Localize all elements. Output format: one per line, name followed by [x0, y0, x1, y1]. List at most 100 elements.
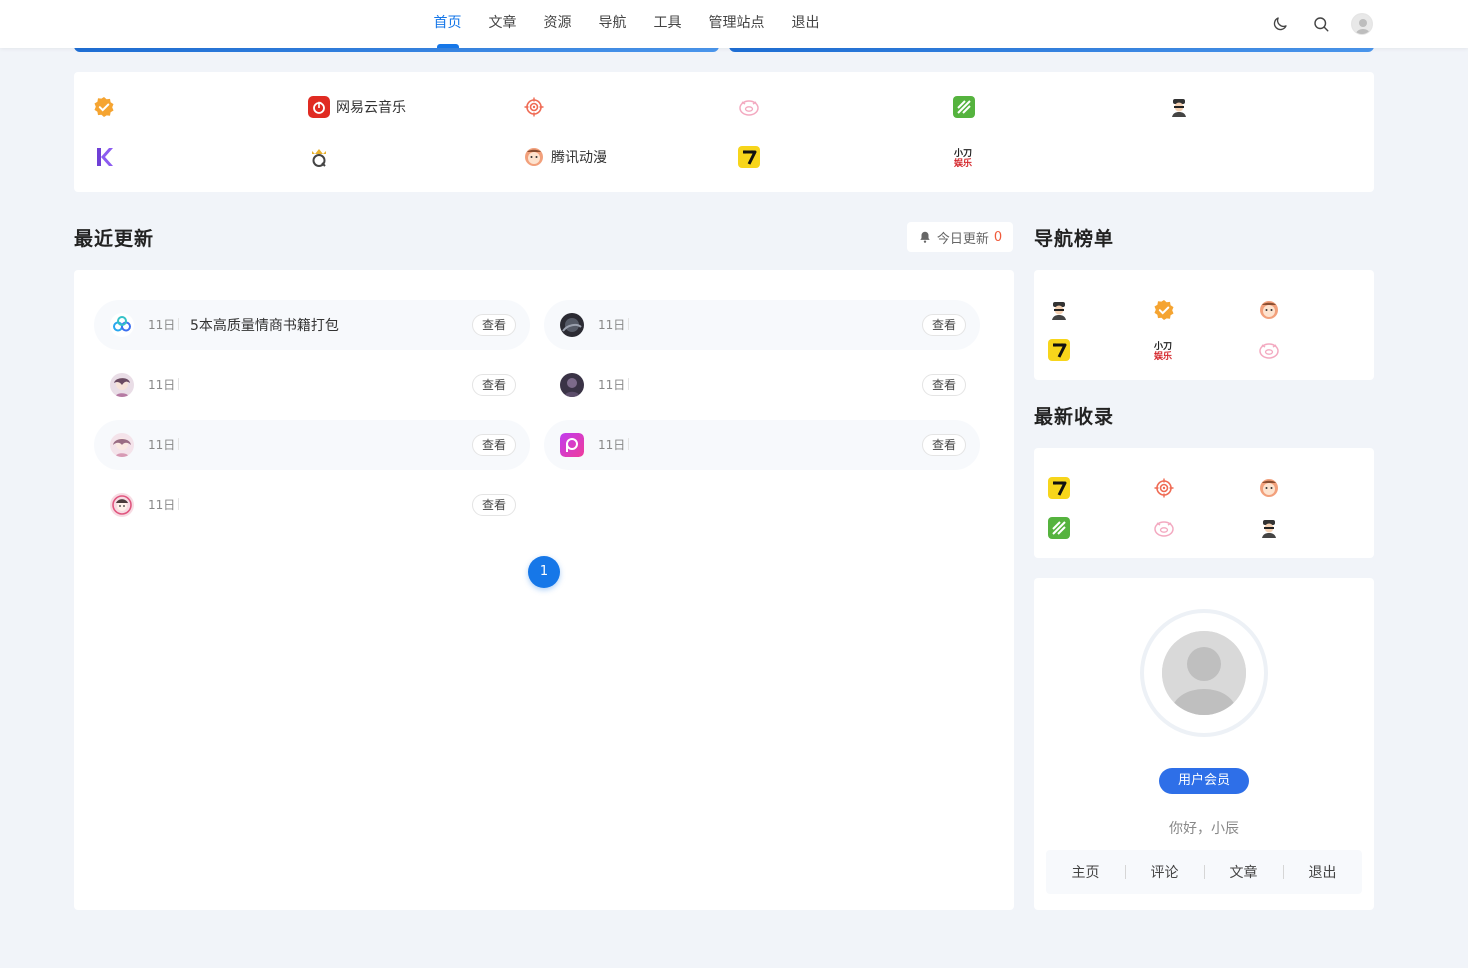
- detective-icon[interactable]: [1258, 517, 1280, 539]
- divider: [178, 318, 179, 330]
- recent-updates-title: 最近更新: [74, 228, 155, 250]
- divider: [178, 498, 179, 510]
- xiaodao-logo-icon[interactable]: 小刀 娱乐: [1153, 339, 1175, 362]
- nav-resources[interactable]: 资源: [530, 0, 585, 48]
- item-date: 11日: [148, 318, 176, 332]
- nav-navigation[interactable]: 导航: [585, 0, 640, 48]
- pig-icon[interactable]: [1153, 517, 1175, 539]
- site-links-panel: 网易云音乐 腾讯动漫 小刀 娱乐: [74, 72, 1374, 192]
- link-target[interactable]: [523, 95, 545, 119]
- divider: [178, 438, 179, 450]
- profile-link-articles[interactable]: 文章: [1204, 862, 1283, 882]
- profile-link-comments[interactable]: 评论: [1125, 862, 1204, 882]
- user-avatar[interactable]: [1350, 12, 1374, 36]
- link-netease-music[interactable]: 网易云音乐: [308, 95, 406, 119]
- seven-cat-icon[interactable]: [1048, 339, 1070, 361]
- verified-badge-icon: [93, 96, 115, 118]
- profile-link-home[interactable]: 主页: [1046, 862, 1125, 882]
- list-item[interactable]: 11日 查看: [544, 420, 980, 470]
- bell-icon: [920, 231, 930, 243]
- svg-text:小刀: 小刀: [1153, 340, 1172, 352]
- xiaodao-logo-icon: 小刀 娱乐: [953, 146, 975, 168]
- pink-anime-avatar-icon: [110, 433, 134, 457]
- list-item[interactable]: 11日 查看: [94, 360, 530, 410]
- search-icon[interactable]: [1309, 12, 1333, 36]
- item-date: 11日: [148, 438, 176, 452]
- recent-updates-panel: 11日 5本高质量情商书籍打包 查看 11日 查看 11日 查看 11日 查看: [74, 270, 1014, 910]
- tencent-comic-icon: [523, 146, 545, 168]
- nav-articles[interactable]: 文章: [475, 0, 530, 48]
- view-button[interactable]: 查看: [921, 434, 966, 456]
- view-button[interactable]: 查看: [471, 374, 516, 396]
- member-button[interactable]: 用户会员: [1159, 768, 1249, 794]
- view-button[interactable]: 查看: [471, 314, 516, 336]
- dark-avatar-icon: [560, 313, 584, 337]
- view-button[interactable]: 查看: [921, 314, 966, 336]
- list-item[interactable]: 11日 查看: [94, 420, 530, 470]
- svg-text:娱乐: 娱乐: [1154, 350, 1172, 361]
- verified-badge-icon[interactable]: [1153, 299, 1175, 321]
- list-item[interactable]: 11日 查看: [94, 480, 530, 530]
- green-leaf-icon: [953, 96, 975, 118]
- today-updates-label: 今日更新: [936, 231, 989, 247]
- link-xiaodao[interactable]: 小刀 娱乐: [953, 145, 975, 169]
- k-letter-icon: [93, 146, 115, 168]
- svg-text:娱乐: 娱乐: [954, 157, 972, 168]
- divider: [628, 438, 629, 450]
- profile-avatar[interactable]: [1140, 609, 1268, 737]
- link-piggy[interactable]: [738, 95, 760, 119]
- baidu-netdisk-icon: [110, 313, 134, 337]
- nav-rank-title: 导航榜单: [1034, 228, 1115, 250]
- crown-q-icon: [308, 146, 330, 168]
- green-leaf-icon[interactable]: [1048, 517, 1070, 539]
- nav-tools[interactable]: 工具: [640, 0, 695, 48]
- nav-admin[interactable]: 管理站点: [695, 0, 778, 48]
- link-verified[interactable]: [93, 95, 115, 119]
- link-q-app[interactable]: [308, 145, 330, 169]
- anime-avatar-icon: [110, 373, 134, 397]
- top-navbar: 首页 文章 资源 导航 工具 管理站点 退出: [0, 0, 1468, 48]
- item-date: 11日: [148, 378, 176, 392]
- latest-panel: [1034, 448, 1374, 558]
- today-updates-badge[interactable]: 今日更新 0: [907, 222, 1013, 252]
- latest-title: 最新收录: [1034, 406, 1115, 428]
- page-button-1[interactable]: 1: [528, 556, 560, 588]
- link-green-app[interactable]: [953, 95, 975, 119]
- main-nav: 首页 文章 资源 导航 工具 管理站点 退出: [420, 0, 833, 48]
- list-item[interactable]: 11日 5本高质量情商书籍打包 查看: [94, 300, 530, 350]
- top-actions: [1268, 12, 1374, 36]
- detective-icon: [1168, 96, 1190, 118]
- item-title[interactable]: 5本高质量情商书籍打包: [190, 315, 339, 335]
- profile-link-logout[interactable]: 退出: [1283, 862, 1362, 882]
- user-profile-card: 用户会员 你好，小辰 主页 评论 文章 退出: [1034, 578, 1374, 910]
- detective-icon[interactable]: [1048, 299, 1070, 321]
- dark-character-icon: [560, 373, 584, 397]
- nav-home[interactable]: 首页: [420, 0, 475, 48]
- seven-cat-icon[interactable]: [1048, 477, 1070, 499]
- view-button[interactable]: 查看: [471, 494, 516, 516]
- list-item[interactable]: 11日 查看: [544, 360, 980, 410]
- item-date: 11日: [598, 438, 626, 452]
- link-detective[interactable]: [1168, 95, 1190, 119]
- divider: [628, 378, 629, 390]
- link-qimao[interactable]: [738, 145, 760, 169]
- link-k-app[interactable]: [93, 145, 115, 169]
- link-tencent-comic[interactable]: 腾讯动漫: [523, 145, 607, 169]
- target-icon[interactable]: [1153, 477, 1175, 499]
- today-updates-count: 0: [993, 229, 1003, 245]
- nav-logout[interactable]: 退出: [778, 0, 833, 48]
- seven-cat-icon: [738, 146, 760, 168]
- list-item[interactable]: 11日 查看: [544, 300, 980, 350]
- divider: [178, 378, 179, 390]
- item-date: 11日: [598, 318, 626, 332]
- picsart-icon: [560, 433, 584, 457]
- tencent-comic-icon[interactable]: [1258, 477, 1280, 499]
- link-label: 网易云音乐: [336, 100, 406, 116]
- pig-icon[interactable]: [1258, 339, 1280, 361]
- tencent-comic-icon[interactable]: [1258, 299, 1280, 321]
- greeting-text: 你好，小辰: [1169, 821, 1239, 837]
- profile-links: 主页 评论 文章 退出: [1046, 850, 1362, 894]
- view-button[interactable]: 查看: [921, 374, 966, 396]
- view-button[interactable]: 查看: [471, 434, 516, 456]
- dark-mode-icon[interactable]: [1268, 12, 1292, 36]
